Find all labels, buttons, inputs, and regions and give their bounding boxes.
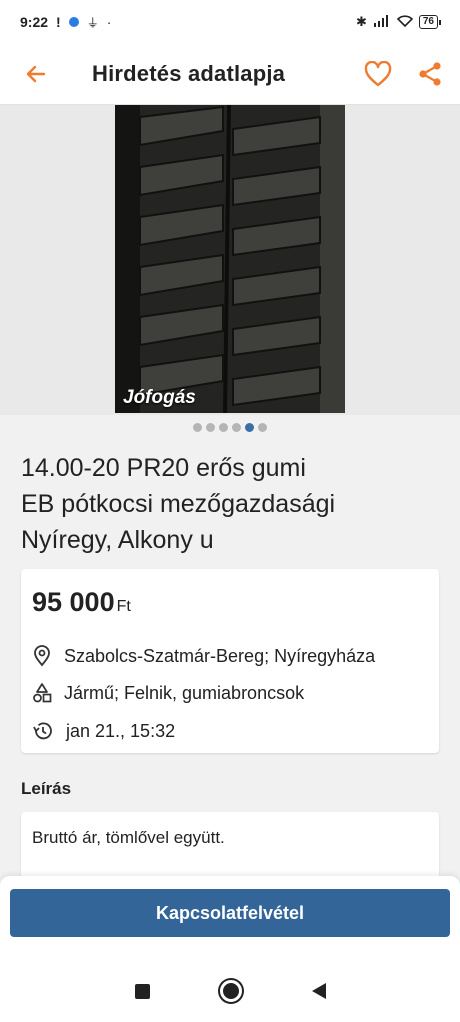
status-time: 9:22 [20,14,49,30]
price: 95 000 Ft [32,587,131,618]
category-text: Jármű; Felnik, gumiabroncsok [64,682,305,703]
status-bar: 9:22 ! ⏚ · ✱ 76 [0,0,460,44]
photo-gallery[interactable]: Jófogás [0,105,460,415]
alert-icon: ! [56,14,61,30]
location-text: Szabolcs-Szatmár-Bereg; Nyíregyháza [64,645,376,666]
bluetooth-icon: ✱ [355,14,367,29]
tire-tread-image [115,105,345,413]
description-heading: Leírás [21,779,72,798]
carousel-dot[interactable] [232,423,241,432]
date-row: jan 21., 15:32 [32,720,175,742]
ad-title-line: EB pótkocsi mezőgazdasági [21,490,336,518]
location-row: Szabolcs-Szatmár-Bereg; Nyíregyháza [32,645,375,667]
carousel-dot[interactable] [206,423,215,432]
description-text: Bruttó ár, tömlővel együtt. [32,828,225,847]
more-notifications-icon: · [106,14,112,30]
ad-title-line: Nyíregy, Alkony u [21,526,214,554]
carousel-indicator [0,423,460,432]
page-title: Hirdetés adatlapja [92,61,286,86]
wifi-icon [396,14,414,30]
recents-button[interactable] [134,983,150,999]
ad-info-card: 95 000 Ft Szabolcs-Szatmár-Bereg; Nyíregy… [21,569,439,753]
watermark-logo: Jófogás [123,387,196,408]
location-pin-icon [34,645,50,667]
category-shapes-icon [33,683,52,703]
arrow-left-icon [26,65,46,83]
favorite-button[interactable] [356,52,400,96]
price-value: 95 000 [32,587,115,617]
carousel-dot[interactable] [193,423,202,432]
share-button[interactable] [408,52,452,96]
bottom-action-panel: Kapcsolatfelvétel [0,876,460,960]
heart-icon [364,61,392,87]
battery-icon: 76 [418,15,442,29]
category-row: Jármű; Felnik, gumiabroncsok [32,682,304,704]
ad-title-line: 14.00-20 PR20 erős gumi [21,454,306,482]
carousel-dot[interactable] [245,423,254,432]
carousel-dot[interactable] [258,423,267,432]
price-currency: Ft [116,598,131,615]
ad-title: 14.00-20 PR20 erős gumi EB pótkocsi mező… [21,450,441,558]
app-notification-icon [68,17,79,27]
carousel-dot[interactable] [219,423,228,432]
share-icon [419,62,441,86]
contact-button[interactable]: Kapcsolatfelvétel [10,889,450,937]
back-nav-button[interactable] [311,983,326,999]
system-nav-bar [0,960,460,1022]
home-button[interactable] [219,980,242,1002]
signal-icon [373,14,391,30]
usb-icon: ⏚ [86,15,99,30]
listing-photo[interactable]: Jófogás [115,105,345,413]
history-icon [33,722,52,740]
back-button[interactable] [14,52,58,96]
app-bar: Hirdetés adatlapja [0,44,460,105]
date-text: jan 21., 15:32 [66,720,176,741]
